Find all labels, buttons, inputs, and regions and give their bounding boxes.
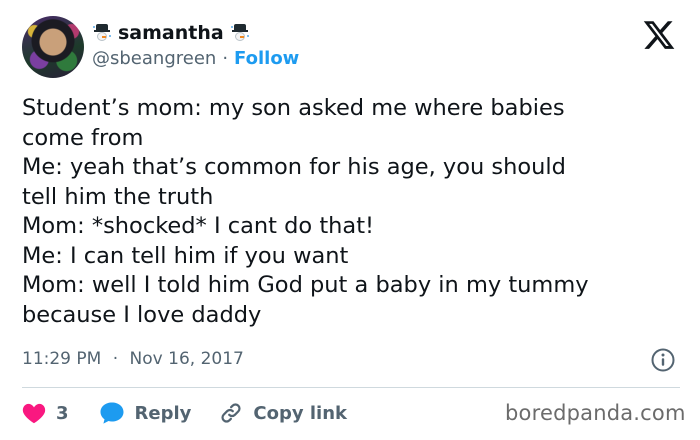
tweet-line: come from bbox=[22, 124, 144, 151]
tweet-line: Mom: *shocked* I cant do that! bbox=[22, 213, 375, 239]
user-handle[interactable]: @sbeangreen bbox=[92, 48, 216, 69]
tweet-line: Mom: well I told him God put a baby in m… bbox=[22, 272, 589, 298]
tweet-line: because I love daddy bbox=[22, 301, 262, 328]
x-logo-icon[interactable] bbox=[641, 18, 677, 52]
name-row: samantha bbox=[92, 20, 250, 46]
snowman-icon bbox=[92, 23, 112, 43]
link-icon bbox=[221, 403, 241, 423]
tweet-text: Student’s mom: my son asked me where bab… bbox=[22, 94, 682, 330]
like-count: 3 bbox=[56, 402, 69, 424]
tweet-line: Me: yeah that’s common for his age, you … bbox=[22, 154, 566, 180]
tweet-card: samantha @sbeangreen · Follow Student’s … bbox=[0, 0, 700, 440]
reply-label: Reply bbox=[134, 402, 192, 424]
separator-dot: · bbox=[222, 48, 229, 69]
speech-bubble-icon bbox=[100, 402, 124, 424]
copy-link-button[interactable]: Copy link bbox=[219, 401, 347, 425]
reply-button[interactable]: Reply bbox=[99, 401, 220, 425]
tweet-date: Nov 16, 2017 bbox=[129, 349, 244, 369]
tweet-time: 11:29 PM bbox=[22, 349, 102, 369]
tweet-line: Me: I can tell him if you want bbox=[22, 242, 349, 269]
like-button[interactable]: 3 bbox=[22, 402, 99, 424]
tweet-line: Student’s mom: my son asked me where bab… bbox=[22, 95, 565, 121]
snowman-icon bbox=[230, 23, 250, 43]
follow-link[interactable]: Follow bbox=[234, 48, 299, 69]
copy-link-label: Copy link bbox=[253, 402, 347, 424]
info-icon[interactable] bbox=[650, 347, 676, 373]
separator-dot: · bbox=[112, 349, 119, 369]
handle-row: @sbeangreen · Follow bbox=[92, 48, 299, 69]
action-bar: 3 Reply Copy link bbox=[22, 399, 347, 427]
display-name[interactable]: samantha bbox=[118, 22, 224, 44]
tweet-line: tell him the truth bbox=[22, 183, 214, 210]
heart-icon bbox=[22, 403, 46, 424]
watermark: boredpanda.com bbox=[505, 401, 686, 425]
tweet-timestamp[interactable]: 11:29 PM · Nov 16, 2017 bbox=[22, 349, 244, 369]
divider bbox=[22, 387, 680, 388]
avatar[interactable] bbox=[22, 16, 84, 78]
